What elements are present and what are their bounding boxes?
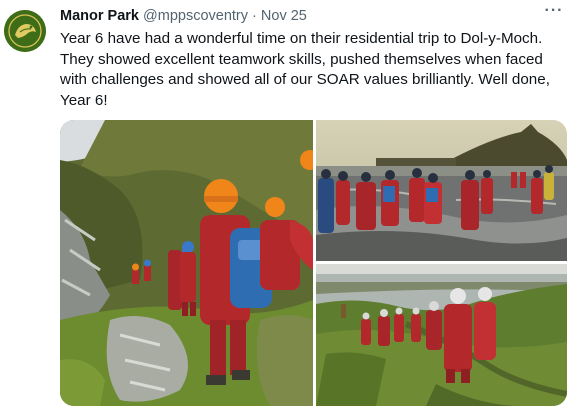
avatar[interactable] — [4, 10, 46, 52]
photo-rocky-climb-image — [60, 120, 313, 406]
author-handle[interactable]: @mppscoventry — [143, 8, 248, 24]
photo-rocky-climb[interactable] — [60, 120, 313, 406]
photo-beach-walk-image — [316, 120, 567, 261]
media-grid — [60, 120, 567, 406]
school-logo-icon — [4, 10, 46, 52]
tweet-text: Year 6 have had a wonderful time on thei… — [60, 30, 550, 109]
more-options-icon[interactable]: ··· — [541, 3, 567, 24]
tweet-date[interactable]: Nov 25 — [261, 8, 307, 24]
author-name[interactable]: Manor Park — [60, 8, 139, 24]
photo-coastal-path-image — [316, 264, 567, 406]
tweet-header: Manor Park @mppscoventry · Nov 25 — [60, 8, 565, 28]
header-separator: · — [252, 8, 257, 24]
photo-beach-walk[interactable] — [316, 120, 567, 261]
tweet-card[interactable]: Manor Park @mppscoventry · Nov 25 ··· Ye… — [0, 0, 575, 414]
photo-coastal-path[interactable] — [316, 264, 567, 406]
